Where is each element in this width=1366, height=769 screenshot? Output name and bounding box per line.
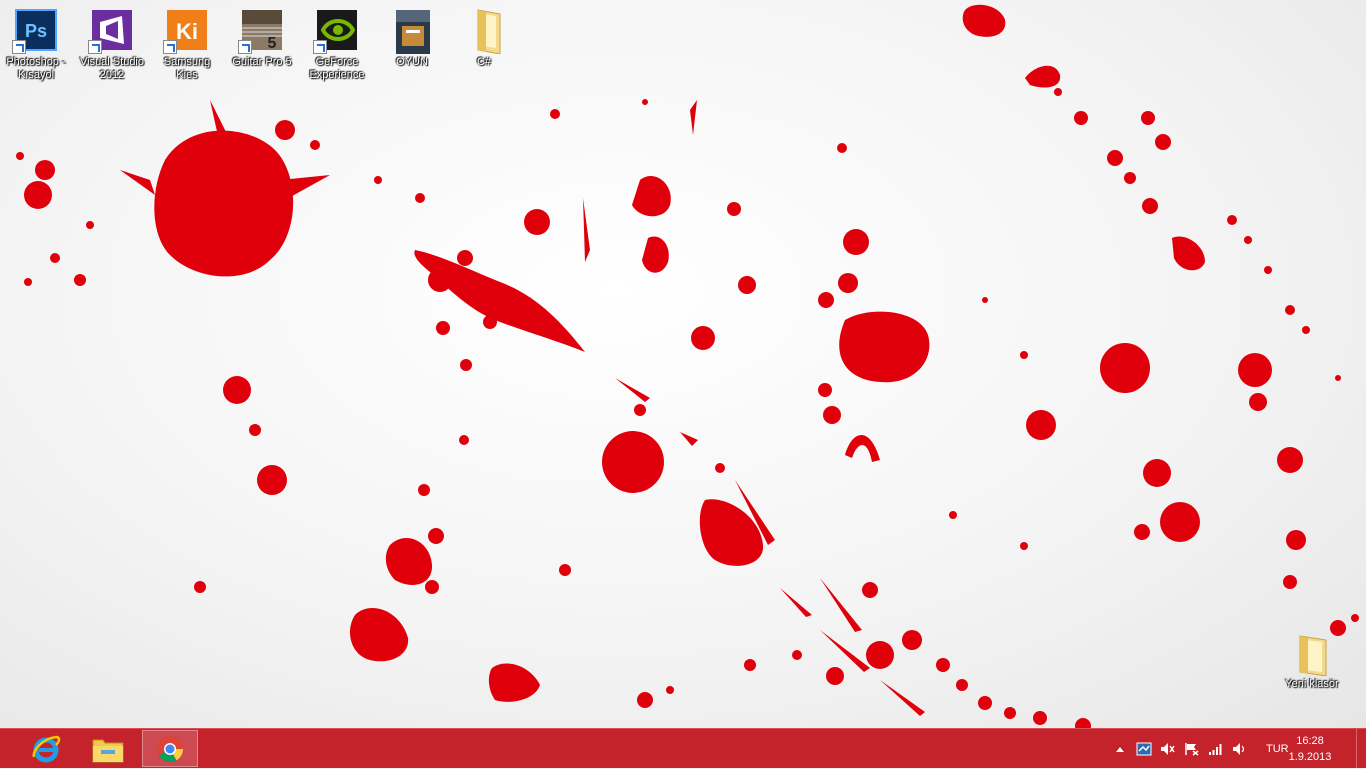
- desktop-icon-samsung-kies[interactable]: Ki Samsung Kies: [151, 0, 223, 82]
- desktop-icon-label: OYUN: [396, 56, 428, 68]
- clock-date: 1.9.2013: [1288, 751, 1332, 763]
- shortcut-arrow-icon: [238, 40, 252, 54]
- desktop-icon-geforce[interactable]: GeForce Experience: [301, 0, 373, 82]
- file-explorer-icon: [92, 739, 124, 762]
- folder-icon: [460, 6, 508, 55]
- svg-text:Ps: Ps: [25, 21, 47, 41]
- folder-icon: [1288, 628, 1336, 677]
- ie-icon: [32, 735, 61, 762]
- desktop-icon-label: Guitar Pro 5: [232, 56, 292, 68]
- taskbar: TUR 16:28 1.9.2013: [0, 728, 1366, 769]
- desktop-icon-label: C#: [476, 56, 492, 68]
- desktop-icon-label: Photoshop - Kısayol: [6, 56, 66, 81]
- taskbar-button-file-explorer[interactable]: [80, 730, 136, 767]
- visual-studio-icon: [88, 6, 136, 54]
- desktop-icon-guitar-pro[interactable]: 5 Guitar Pro 5: [226, 0, 298, 69]
- action-center-flag-icon[interactable]: [1183, 740, 1201, 758]
- shortcut-arrow-icon: [88, 40, 102, 54]
- show-desktop-button[interactable]: [1356, 729, 1366, 769]
- geforce-icon: [313, 6, 361, 54]
- shortcut-arrow-icon: [313, 40, 327, 54]
- taskbar-button-chrome[interactable]: [142, 730, 198, 767]
- speaker-muted-icon[interactable]: [1159, 740, 1177, 758]
- guitar-pro-icon: 5: [238, 6, 286, 54]
- game-icon: [388, 6, 436, 54]
- system-tray: TUR: [1108, 729, 1292, 769]
- desktop-icon-visual-studio[interactable]: Visual Studio 2012: [76, 0, 148, 82]
- desktop-icon-new-folder[interactable]: Yeni klasör: [1276, 622, 1348, 691]
- network-app-icon[interactable]: [1135, 740, 1153, 758]
- svg-text:Ki: Ki: [176, 19, 198, 44]
- clock-time: 16:28: [1296, 735, 1324, 747]
- desktop[interactable]: Ps Photoshop - Kısayol Visual Studio 201…: [0, 0, 1366, 728]
- desktop-icon-label: GeForce Experience: [309, 56, 365, 81]
- desktop-icon-label: Samsung Kies: [163, 56, 211, 81]
- samsung-kies-icon: Ki: [163, 6, 211, 54]
- volume-icon[interactable]: [1231, 740, 1249, 758]
- taskbar-button-internet-explorer[interactable]: [18, 730, 74, 767]
- wifi-signal-icon[interactable]: [1207, 740, 1225, 758]
- wallpaper-blood-splatter: [16, 4, 1359, 728]
- desktop-icon-oyun[interactable]: OYUN: [376, 0, 448, 69]
- clock[interactable]: 16:28 1.9.2013: [1280, 733, 1340, 765]
- shortcut-arrow-icon: [12, 40, 26, 54]
- desktop-icon-csharp-folder[interactable]: C#: [448, 0, 520, 69]
- photoshop-icon: Ps: [12, 6, 60, 54]
- desktop-icon-label: Yeni klasör: [1285, 678, 1339, 690]
- shortcut-arrow-icon: [163, 40, 177, 54]
- chrome-icon: [157, 735, 184, 762]
- desktop-icon-label: Visual Studio 2012: [79, 56, 144, 81]
- show-hidden-icons-chevron-up-icon[interactable]: [1111, 740, 1129, 758]
- svg-text:5: 5: [268, 35, 277, 52]
- desktop-icon-photoshop[interactable]: Ps Photoshop - Kısayol: [0, 0, 72, 82]
